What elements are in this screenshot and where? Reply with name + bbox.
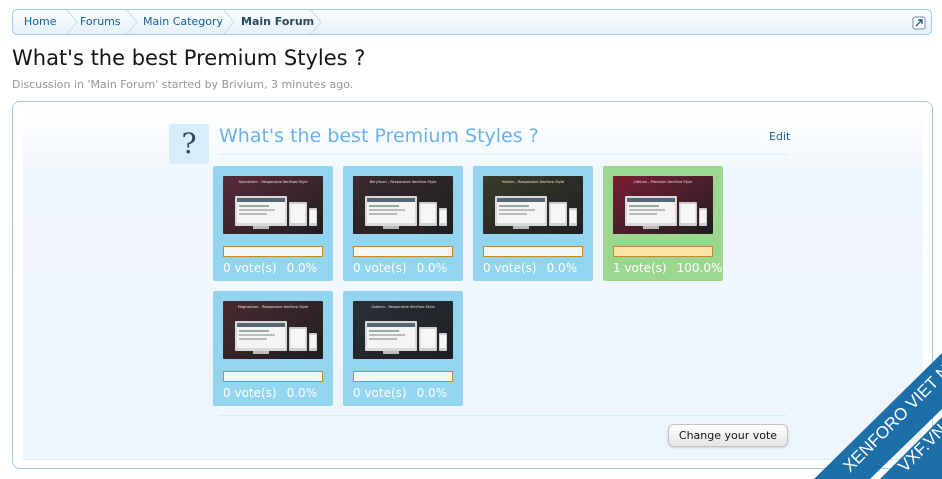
page-title: What's the best Premium Styles ? (12, 46, 366, 70)
vote-count: 0 vote(s) (353, 386, 407, 400)
vote-count: 1 vote(s) (613, 261, 667, 275)
poll-option[interactable]: Aluminium - Responsive XenForo Style 0 vo… (213, 166, 333, 281)
vote-result: 0 vote(s) 0.0% (483, 261, 577, 275)
breadcrumb-main-category[interactable]: Main Category (143, 10, 223, 34)
vote-result: 0 vote(s) 0.0% (223, 261, 317, 275)
vote-percent: 100.0% (676, 261, 723, 275)
svg-text:Beryllium - Responsive XenForo: Beryllium - Responsive XenForo Style (370, 180, 438, 184)
breadcrumb-home[interactable]: Home (24, 10, 56, 34)
divider (219, 415, 787, 416)
style-preview-image: Lithium - Premium XenForo Style (613, 176, 713, 234)
vote-percent: 0.0% (286, 261, 318, 275)
poll-option[interactable]: Lithium - Premium XenForo Style 1 vote(s)… (603, 166, 723, 281)
poll-option[interactable]: Sodium - Responsive XenForo Style 0 vote(… (343, 291, 463, 406)
poll-option[interactable]: Beryllium - Responsive XenForo Style 0 vo… (343, 166, 463, 281)
style-preview-image: Beryllium - Responsive XenForo Style (353, 176, 453, 234)
svg-text:Lithium - Premium XenForo Styl: Lithium - Premium XenForo Style (634, 180, 694, 184)
poll-container: ? What's the best Premium Styles ? Edit … (12, 101, 933, 469)
svg-text:Helium - Responsive XenForo St: Helium - Responsive XenForo Style (502, 180, 565, 184)
thread-description: Discussion in 'Main Forum' started by Br… (12, 78, 354, 91)
breadcrumb: Home Forums Main Category Main Forum (12, 9, 932, 35)
poll-option[interactable]: Magnesium - Responsive XenForo Style 0 vo… (213, 291, 333, 406)
poll-question: What's the best Premium Styles ? (219, 125, 539, 147)
vote-count: 0 vote(s) (353, 261, 407, 275)
vote-progress-bar (353, 371, 453, 382)
vote-progress-bar (223, 246, 323, 257)
style-preview-image: Sodium - Responsive XenForo Style (353, 301, 453, 359)
svg-text:Sodium - Responsive XenForo St: Sodium - Responsive XenForo Style (371, 305, 435, 309)
change-vote-button[interactable]: Change your vote (668, 424, 788, 447)
vote-result: 0 vote(s) 0.0% (353, 261, 447, 275)
vote-count: 0 vote(s) (483, 261, 537, 275)
vote-percent: 0.0% (416, 261, 448, 275)
style-preview-image: Aluminium - Responsive XenForo Style (223, 176, 323, 234)
vote-count: 0 vote(s) (223, 261, 277, 275)
svg-text:Aluminium - Responsive XenForo: Aluminium - Responsive XenForo Style (238, 180, 308, 184)
poll-panel: ? What's the best Premium Styles ? Edit … (23, 110, 923, 460)
vote-result: 1 vote(s) 100.0% (613, 261, 722, 275)
breadcrumb-forums[interactable]: Forums (80, 10, 121, 34)
vote-progress-fill (614, 247, 712, 256)
question-mark-icon: ? (169, 124, 209, 164)
style-preview-image: Magnesium - Responsive XenForo Style (223, 301, 323, 359)
vote-result: 0 vote(s) 0.0% (223, 386, 317, 400)
poll-option[interactable]: Helium - Responsive XenForo Style 0 vote(… (473, 166, 593, 281)
vote-percent: 0.0% (546, 261, 578, 275)
external-link-icon[interactable] (912, 15, 926, 30)
vote-result: 0 vote(s) 0.0% (353, 386, 447, 400)
breadcrumb-main-forum[interactable]: Main Forum (241, 10, 314, 34)
post-time: , 3 minutes ago. (263, 78, 354, 91)
vote-count: 0 vote(s) (223, 386, 277, 400)
vote-progress-bar (223, 371, 323, 382)
vote-percent: 0.0% (286, 386, 318, 400)
vote-progress-bar (353, 246, 453, 257)
vote-percent: 0.0% (416, 386, 448, 400)
edit-poll-link[interactable]: Edit (769, 130, 790, 143)
vote-progress-bar (483, 246, 583, 257)
divider (219, 154, 787, 155)
svg-text:Magnesium - Responsive XenForo: Magnesium - Responsive XenForo Style (238, 305, 309, 309)
author-link[interactable]: Brivium (222, 78, 264, 91)
style-preview-image: Helium - Responsive XenForo Style (483, 176, 583, 234)
vote-progress-bar (613, 246, 713, 257)
forum-link[interactable]: Main Forum (91, 78, 156, 91)
